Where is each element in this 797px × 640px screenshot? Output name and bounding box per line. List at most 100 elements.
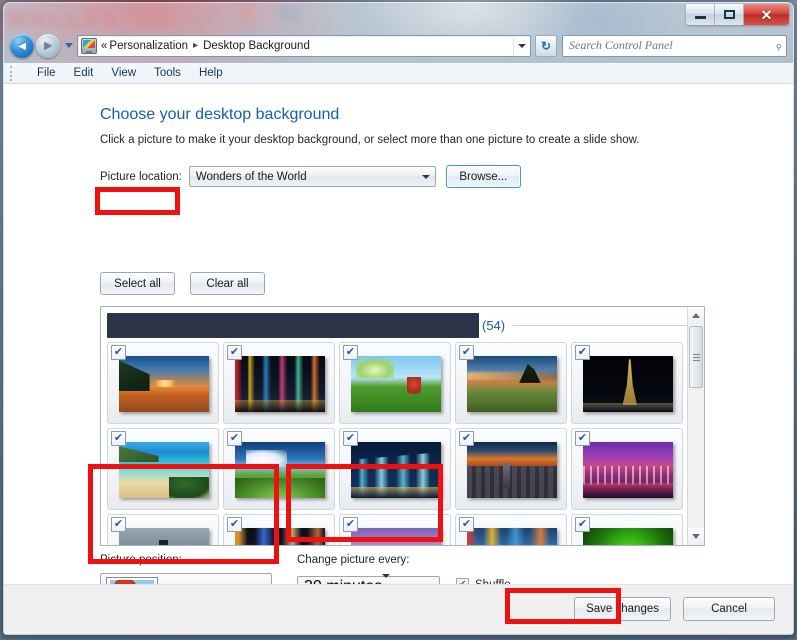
- save-changes-button[interactable]: Save changes: [574, 597, 671, 621]
- browse-button[interactable]: Browse...: [445, 165, 521, 188]
- thumbnail-checkbox-times-square[interactable]: [227, 345, 242, 360]
- wallpaper-list[interactable]: (54): [100, 306, 705, 546]
- thumbnail-checkbox-green-rose[interactable]: [575, 517, 590, 532]
- close-button[interactable]: ✕: [744, 4, 789, 25]
- thumbnail-checkbox-dark-square[interactable]: [227, 517, 242, 532]
- thumbnail-checkbox-sunset-beach[interactable]: [111, 345, 126, 360]
- thumbnail-tile-gray-city[interactable]: [107, 514, 219, 545]
- thumbnail-checkbox-nyc-sunset[interactable]: [459, 431, 474, 446]
- thumbnail-tile-purple-skyline[interactable]: [571, 428, 683, 510]
- thumbnail-image-sunset-beach: [119, 356, 209, 412]
- refresh-icon: ↻: [540, 38, 552, 53]
- thumbnail-tile-moscow-towers[interactable]: [339, 428, 451, 510]
- cancel-button[interactable]: Cancel: [683, 597, 775, 621]
- thumbnail-checkbox-color-square[interactable]: [459, 517, 474, 532]
- search-input[interactable]: [569, 38, 775, 53]
- address-bar[interactable]: « Personalization ▸ Desktop Background: [77, 34, 531, 57]
- thumbnail-tile-sunset-beach[interactable]: [107, 342, 219, 424]
- title-bar: ✕: [3, 2, 794, 29]
- scroll-up-button[interactable]: [688, 307, 704, 324]
- minimize-button[interactable]: [686, 4, 715, 25]
- thumbnail-checkbox-dusk-skyline[interactable]: [343, 517, 358, 532]
- group-label-selected[interactable]: [107, 313, 479, 338]
- thumbnail-image-tropical-bay: [119, 442, 209, 498]
- breadcrumb-item-desktop-background[interactable]: Desktop Background: [202, 40, 311, 52]
- thumbnail-image-purple-skyline: [583, 442, 673, 498]
- thumbnail-image-moscow-towers: [351, 442, 441, 498]
- thumbnail-checkbox-cloud-field[interactable]: [227, 431, 242, 446]
- refresh-button[interactable]: ↻: [535, 34, 557, 57]
- thumbnail-tile-tropical-bay[interactable]: [107, 428, 219, 510]
- thumbnail-tile-dusk-skyline[interactable]: [339, 514, 451, 545]
- thumbnail-tile-times-square[interactable]: [223, 342, 335, 424]
- change-picture-label: Change picture every:: [297, 554, 410, 566]
- thumbnail-checkbox-purple-skyline[interactable]: [575, 431, 590, 446]
- thumbnail-checkbox-gray-city[interactable]: [111, 517, 126, 532]
- thumbnail-image-nyc-sunset: [467, 442, 557, 498]
- thumbnail-image-color-square: [467, 528, 557, 545]
- menu-help[interactable]: Help: [190, 65, 232, 81]
- content-pane: Choose your desktop background Click a p…: [4, 84, 793, 613]
- thumbnail-grid: [101, 339, 704, 545]
- thumbnail-tile-green-rose[interactable]: [571, 514, 683, 545]
- search-box[interactable]: ⌕: [562, 34, 787, 57]
- footer-button-group: Save changes Cancel: [574, 597, 775, 621]
- clear-all-button[interactable]: Clear all: [190, 272, 265, 295]
- thumbnail-image-dark-square: [235, 528, 325, 545]
- picture-location-row: Picture location: Wonders of the World B…: [100, 165, 521, 188]
- chevron-down-icon: [692, 534, 700, 539]
- thumbnail-image-dusk-skyline: [351, 528, 441, 545]
- menu-view[interactable]: View: [102, 65, 145, 81]
- page-title: Choose your desktop background: [100, 106, 340, 123]
- chevron-down-icon: [65, 43, 73, 48]
- maximize-icon: [723, 10, 735, 19]
- thumbnail-image-cloud-field: [235, 442, 325, 498]
- scrollbar-thumb[interactable]: [689, 326, 703, 388]
- vertical-scrollbar[interactable]: [687, 307, 704, 545]
- thumbnail-checkbox-tropical-bay[interactable]: [111, 431, 126, 446]
- thumbnail-tile-meadow-sunset[interactable]: [455, 342, 567, 424]
- menu-edit[interactable]: Edit: [65, 65, 103, 81]
- control-panel-icon: [81, 37, 97, 54]
- forward-icon: ►: [41, 37, 55, 53]
- close-icon: ✕: [760, 6, 773, 23]
- thumbnail-checkbox-meadow-sunset[interactable]: [459, 345, 474, 360]
- select-all-button[interactable]: Select all: [100, 272, 175, 295]
- minimize-icon: [694, 15, 706, 19]
- thumbnail-tile-color-square[interactable]: [455, 514, 567, 545]
- picture-location-label: Picture location:: [100, 170, 182, 183]
- picture-location-dropdown[interactable]: Wonders of the World: [188, 166, 436, 187]
- group-count: (54): [482, 318, 506, 333]
- thumbnail-tile-cloud-field[interactable]: [223, 428, 335, 510]
- back-button[interactable]: ◄: [10, 33, 34, 58]
- forward-button[interactable]: ►: [36, 33, 60, 58]
- recent-pages-button[interactable]: [62, 36, 76, 56]
- breadcrumb-item-personalization[interactable]: Personalization: [108, 40, 189, 52]
- caption-button-group: ✕: [686, 4, 789, 25]
- thumbnail-tile-eiffel-tower[interactable]: [571, 342, 683, 424]
- thumbnail-tile-green-hill[interactable]: [339, 342, 451, 424]
- scrollbar-grip-icon: [692, 353, 700, 361]
- thumbnail-image-green-rose: [583, 528, 673, 545]
- navigation-bar: ◄ ► « Personalization ▸ Desktop Backgrou…: [3, 29, 794, 62]
- thumbnail-image-eiffel-tower: [583, 356, 673, 412]
- thumbnail-image-meadow-sunset: [467, 356, 557, 412]
- maximize-button[interactable]: [715, 4, 744, 25]
- thumbnail-tile-dark-square[interactable]: [223, 514, 335, 545]
- picture-location-value: Wonders of the World: [195, 170, 307, 183]
- selection-buttons-row: Select all Clear all: [100, 272, 265, 295]
- thumbnail-tile-nyc-sunset[interactable]: [455, 428, 567, 510]
- control-panel-window: ✕ ◄ ► « Personalization ▸ Desktop Backgr…: [3, 2, 794, 635]
- group-divider: [513, 325, 698, 326]
- scroll-down-button[interactable]: [688, 528, 704, 545]
- address-dropdown-button[interactable]: [513, 35, 529, 56]
- thumbnail-checkbox-eiffel-tower[interactable]: [575, 345, 590, 360]
- footer-bar: Save changes Cancel: [4, 584, 793, 634]
- thumbnail-checkbox-green-hill[interactable]: [343, 345, 358, 360]
- breadcrumb-prefix[interactable]: «: [100, 40, 108, 52]
- menu-file[interactable]: File: [28, 65, 65, 81]
- menu-bar: File Edit View Tools Help: [4, 63, 793, 84]
- thumbnail-checkbox-moscow-towers[interactable]: [343, 431, 358, 446]
- menu-tools[interactable]: Tools: [145, 65, 190, 81]
- group-header-row[interactable]: (54): [107, 312, 698, 339]
